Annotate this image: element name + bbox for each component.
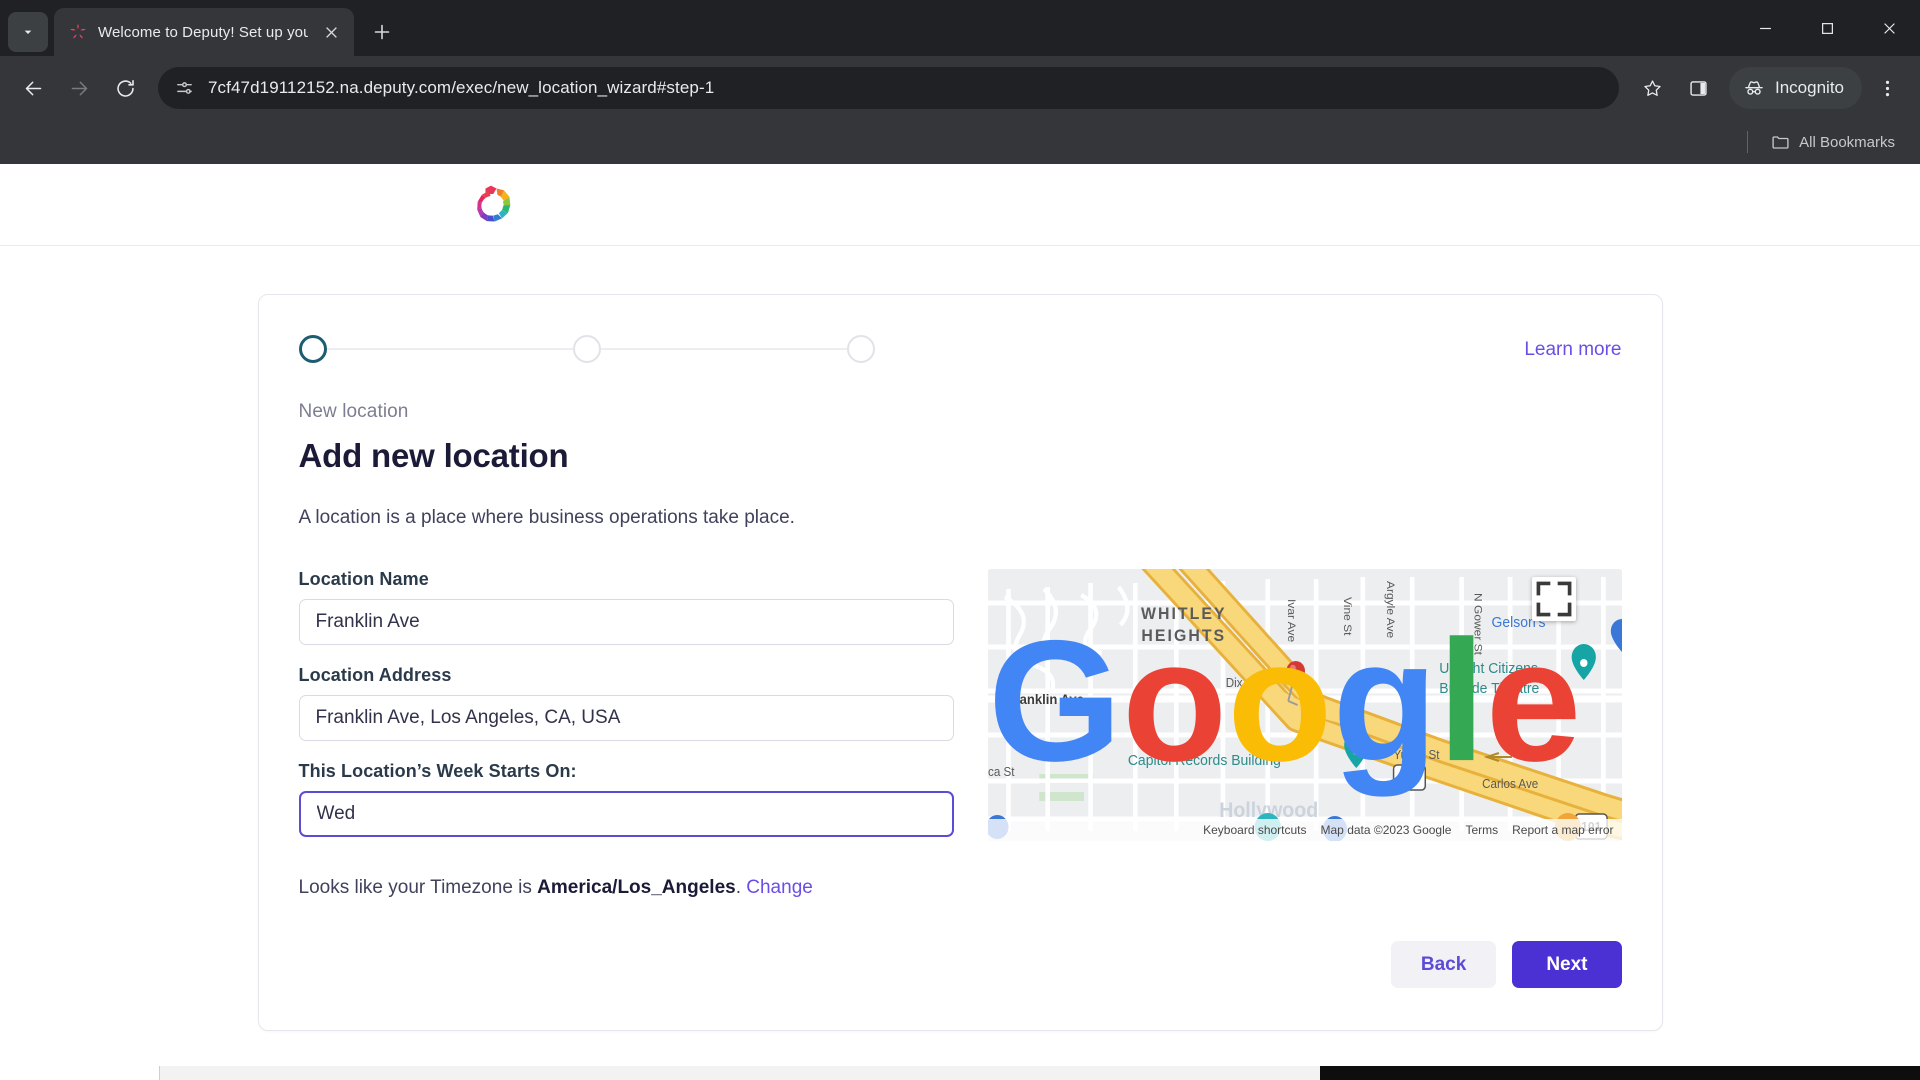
reload-button[interactable] — [104, 67, 146, 109]
location-address-label: Location Address — [298, 665, 452, 685]
svg-text:Google: Google — [988, 604, 1581, 797]
address-bar[interactable]: 7cf47d19112152.na.deputy.com/exec/new_lo… — [158, 67, 1619, 109]
location-address-input[interactable] — [298, 695, 954, 741]
map-terms-link[interactable]: Terms — [1465, 823, 1498, 837]
wizard-stepper — [298, 329, 875, 363]
field-location-name: Location Name — [298, 569, 954, 645]
page-body: Learn more New location Add new location… — [0, 246, 1920, 1066]
close-icon — [1883, 22, 1895, 34]
back-arrow-icon — [25, 81, 41, 95]
browser-tab[interactable]: Welcome to Deputy! Set up you — [54, 8, 354, 56]
incognito-hat-icon — [1745, 81, 1763, 95]
page-viewport: Learn more New location Add new location… — [0, 164, 1920, 1066]
three-dot-menu-icon — [1885, 80, 1889, 96]
timezone-note: Looks like your Timezone is America/Los_… — [299, 877, 1622, 899]
timezone-change-link[interactable]: Change — [746, 877, 813, 898]
browser-menu-button[interactable] — [1866, 67, 1908, 109]
browser-window: Welcome to Deputy! Set up you 7cf47d1911… — [0, 0, 1920, 1080]
os-taskbar — [0, 1066, 1920, 1080]
timezone-value: America/Los_Angeles — [537, 877, 736, 898]
step-connector-2 — [600, 348, 847, 350]
learn-more-link[interactable]: Learn more — [1524, 329, 1621, 361]
wizard-eyebrow: New location — [298, 401, 409, 422]
form-and-map-row: Location Name Location Address This Loca… — [298, 569, 1622, 841]
url-text: 7cf47d19112152.na.deputy.com/exec/new_lo… — [208, 78, 715, 97]
close-icon — [325, 26, 337, 38]
window-minimize-button[interactable] — [1734, 0, 1796, 56]
location-form: Location Name Location Address This Loca… — [298, 569, 954, 837]
all-bookmarks-label: All Bookmarks — [1799, 133, 1895, 151]
timezone-suffix: . — [735, 877, 747, 898]
app-header — [0, 164, 1920, 246]
field-week-start: This Location’s Week Starts On: — [298, 761, 954, 837]
taskbar-segment-left — [0, 1066, 160, 1080]
location-map[interactable]: 101 101 WHITLEY HEIGHTS Dix — [987, 569, 1622, 841]
bookmarks-bar: All Bookmarks — [0, 120, 1920, 164]
reload-icon — [116, 79, 134, 97]
map-fullscreen-button[interactable] — [1531, 577, 1576, 621]
back-button[interactable]: Back — [1390, 941, 1497, 988]
forward-button[interactable] — [58, 67, 100, 109]
window-maximize-button[interactable] — [1796, 0, 1858, 56]
next-button[interactable]: Next — [1512, 941, 1622, 988]
forward-arrow-icon — [71, 81, 87, 95]
map-attribution: Keyboard shortcuts Map data ©2023 Google… — [987, 819, 1622, 841]
wizard-card: Learn more New location Add new location… — [257, 294, 1663, 1031]
side-panel-icon — [1689, 80, 1707, 96]
tab-strip: Welcome to Deputy! Set up you — [0, 0, 1920, 56]
deputy-logo — [468, 182, 514, 228]
site-settings-icon[interactable] — [174, 78, 194, 98]
bookmark-star-button[interactable] — [1631, 67, 1673, 109]
window-close-button[interactable] — [1858, 0, 1920, 56]
map-column: 101 101 WHITLEY HEIGHTS Dix — [987, 569, 1622, 841]
location-name-input[interactable] — [298, 599, 954, 645]
folder-icon — [1772, 135, 1789, 149]
tab-search-button[interactable] — [8, 12, 48, 52]
browser-toolbar: 7cf47d19112152.na.deputy.com/exec/new_lo… — [0, 56, 1920, 120]
step-connector-1 — [326, 348, 573, 350]
chevron-down-icon — [24, 30, 32, 34]
card-top-row: Learn more — [298, 329, 1622, 363]
fullscreen-icon — [1536, 581, 1571, 617]
location-name-label: Location Name — [298, 569, 429, 589]
window-controls — [1734, 0, 1920, 56]
step-indicator-2[interactable] — [572, 335, 601, 363]
star-icon — [1643, 79, 1661, 96]
taskbar-segment-main — [160, 1066, 1320, 1080]
timezone-prefix: Looks like your Timezone is — [298, 877, 538, 898]
field-location-address: Location Address — [298, 665, 954, 741]
report-map-error-link[interactable]: Report a map error — [1512, 823, 1613, 837]
plus-icon — [374, 24, 390, 40]
bookmarks-divider — [1747, 131, 1749, 153]
back-button[interactable] — [12, 67, 54, 109]
incognito-label: Incognito — [1775, 78, 1844, 97]
incognito-indicator[interactable]: Incognito — [1729, 67, 1862, 109]
map-data-text: Map data ©2023 Google — [1320, 823, 1452, 837]
minimize-icon — [1759, 27, 1771, 29]
maximize-icon — [1821, 22, 1833, 34]
tab-title: Welcome to Deputy! Set up you — [98, 23, 308, 41]
deputy-favicon-icon — [68, 22, 88, 42]
week-start-label: This Location’s Week Starts On: — [298, 761, 577, 781]
step-indicator-3[interactable] — [846, 335, 875, 363]
tab-close-button[interactable] — [318, 19, 344, 45]
google-logo: Google — [988, 604, 1581, 797]
wizard-button-row: Back Next — [299, 941, 1622, 988]
page-description: A location is a place where business ope… — [298, 507, 795, 528]
new-tab-button[interactable] — [364, 14, 400, 50]
step-indicator-1[interactable] — [298, 335, 327, 363]
page-title: Add new location — [298, 437, 569, 474]
all-bookmarks-button[interactable]: All Bookmarks — [1762, 128, 1904, 157]
keyboard-shortcuts-link[interactable]: Keyboard shortcuts — [1203, 823, 1306, 837]
week-start-input[interactable] — [298, 791, 954, 837]
side-panel-button[interactable] — [1677, 67, 1719, 109]
